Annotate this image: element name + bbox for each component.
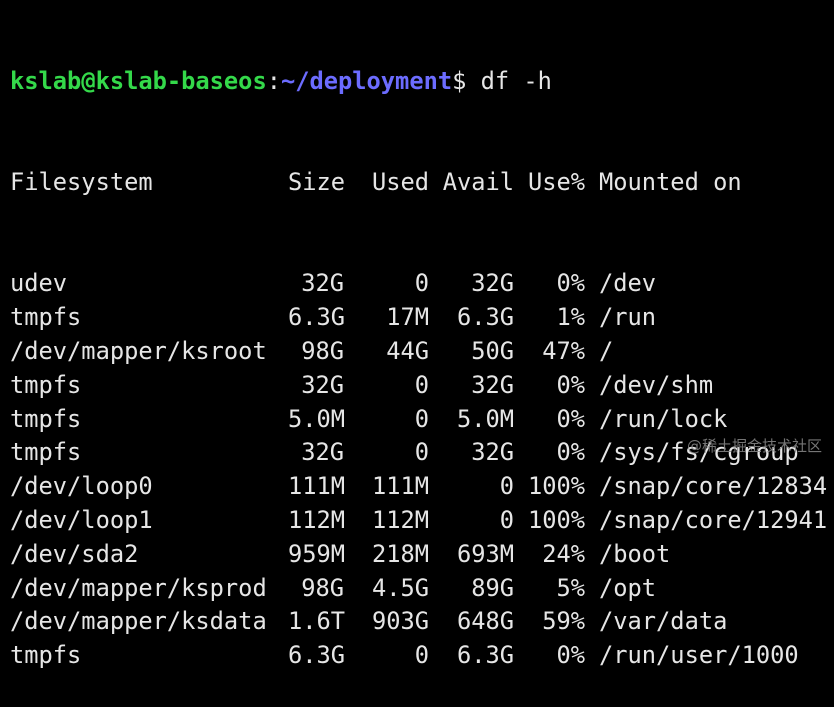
cell-use-percent: 24% [542,539,585,568]
cell-filesystem: tmpfs [10,641,82,670]
cell-mounted-on: /snap/core/12941 [599,505,828,534]
cell-avail: 6.3G [456,641,514,670]
cell-mounted-on: /boot [599,539,671,568]
cell-use-percent: 47% [542,336,585,365]
cell-mounted-on: / [599,336,614,365]
cell-avail: 32G [471,438,514,467]
header-use-percent: Use% [527,167,585,196]
cell-filesystem: /dev/mapper/ksdata [10,607,267,636]
cell-size: 5.0M [288,404,346,433]
terminal-output[interactable]: kslab@kslab-baseos:~/deployment$ df -h F… [10,0,834,707]
cell-filesystem: tmpfs [10,404,82,433]
table-row: /dev/mapper/ksroot 98G 44G 50G 47% / [10,335,834,369]
table-row: tmpfs 5.0M 0 5.0M 0% /run/lock [10,403,834,437]
cell-mounted-on: /opt [599,573,657,602]
cell-use-percent: 0% [556,438,585,467]
cell-used: 0 [414,370,429,399]
cell-use-percent: 100% [527,505,585,534]
cell-size: 1.6T [288,607,346,636]
table-row: /dev/loop1 112M 112M 0 100% /snap/core/12941 [10,504,834,538]
cell-size: 98G [301,336,344,365]
table-row: udev 32G 0 32G 0% /dev [10,267,834,301]
cell-size: 98G [301,573,344,602]
cell-use-percent: 100% [527,472,585,501]
cell-filesystem: /dev/mapper/ksprod [10,573,267,602]
cell-filesystem: udev [10,269,68,298]
prompt-separator: : [266,66,281,95]
cell-size: 6.3G [288,641,346,670]
table-row: /dev/mapper/ksprod 98G 4.5G 89G 5% /opt [10,572,834,606]
cell-filesystem: tmpfs [10,370,82,399]
cell-used: 111M [371,472,429,501]
cell-size: 111M [288,472,346,501]
cell-mounted-on: /run/lock [599,404,728,433]
cell-avail: 50G [471,336,514,365]
cell-avail: 32G [471,370,514,399]
cell-mounted-on: /var/data [599,607,728,636]
cell-used: 44G [386,336,429,365]
header-used: Used [371,167,429,196]
cell-avail: 6.3G [456,303,514,332]
table-row: /dev/loop0 111M 111M 0 100% /snap/core/12834 [10,470,834,504]
cell-size: 112M [288,505,346,534]
cell-used: 4.5G [371,573,429,602]
cell-filesystem: tmpfs [10,303,82,332]
cell-size: 32G [301,370,344,399]
cell-used: 903G [371,607,429,636]
prompt-path: ~/deployment [280,66,453,95]
cell-used: 112M [371,505,429,534]
table-row: tmpfs 32G 0 32G 0% /dev/shm [10,369,834,403]
cell-filesystem: /dev/loop0 [10,472,153,501]
prompt-symbol: $ [452,66,467,95]
cell-mounted-on: /dev/shm [599,370,714,399]
cell-mounted-on: /run/user/1000 [599,641,799,670]
cell-mounted-on: /snap/core/12834 [599,472,828,501]
cell-mounted-on: /dev [599,269,657,298]
prompt-user-host: kslab@kslab-baseos [10,66,267,95]
cell-avail: 32G [471,269,514,298]
cell-avail: 0 [499,472,514,501]
cell-filesystem: /dev/loop1 [10,505,153,534]
cell-avail: 648G [456,607,514,636]
cell-use-percent: 1% [556,303,585,332]
cell-use-percent: 0% [556,370,585,399]
cell-used: 0 [414,404,429,433]
cell-mounted-on: /run [599,303,657,332]
cell-avail: 0 [499,505,514,534]
cell-size: 959M [288,539,346,568]
cell-use-percent: 59% [542,607,585,636]
cell-use-percent: 0% [556,641,585,670]
cell-used: 0 [414,438,429,467]
header-mounted-on: Mounted on [599,167,742,196]
header-filesystem: Filesystem [10,167,153,196]
cell-avail: 89G [471,573,514,602]
cell-filesystem: /dev/sda2 [10,539,139,568]
table-row: tmpfs 6.3G 0 6.3G 0% /run/user/1000 [10,639,834,673]
cell-filesystem: tmpfs [10,438,82,467]
cell-size: 32G [301,438,344,467]
cell-used: 17M [386,303,429,332]
cell-avail: 693M [456,539,514,568]
cell-avail: 5.0M [456,404,514,433]
cell-size: 32G [301,269,344,298]
command-text: df -h [480,66,552,95]
header-avail: Avail [442,167,514,196]
table-header: Filesystem Size Used Avail Use% Mounted on [10,166,834,200]
cell-used: 218M [371,539,429,568]
table-row: tmpfs 6.3G 17M 6.3G 1% /run [10,301,834,335]
cell-size: 6.3G [288,303,346,332]
cell-filesystem: /dev/mapper/ksroot [10,336,267,365]
cell-used: 0 [414,269,429,298]
table-row: /dev/sda2 959M 218M 693M 24% /boot [10,538,834,572]
table-body: udev 32G 0 32G 0%/dev tmpfs 6.3G 17M 6.3G 1%/run /… [10,267,834,673]
header-size: Size [288,167,346,196]
cell-used: 0 [414,641,429,670]
watermark: @稀土掘金技术社区 [686,437,822,455]
table-row: /dev/mapper/ksdata 1.6T 903G 648G 59% /var/da… [10,605,834,639]
cell-use-percent: 0% [556,404,585,433]
cell-use-percent: 5% [556,573,585,602]
prompt-line: kslab@kslab-baseos:~/deployment$ df -h [10,65,834,99]
cell-use-percent: 0% [556,269,585,298]
